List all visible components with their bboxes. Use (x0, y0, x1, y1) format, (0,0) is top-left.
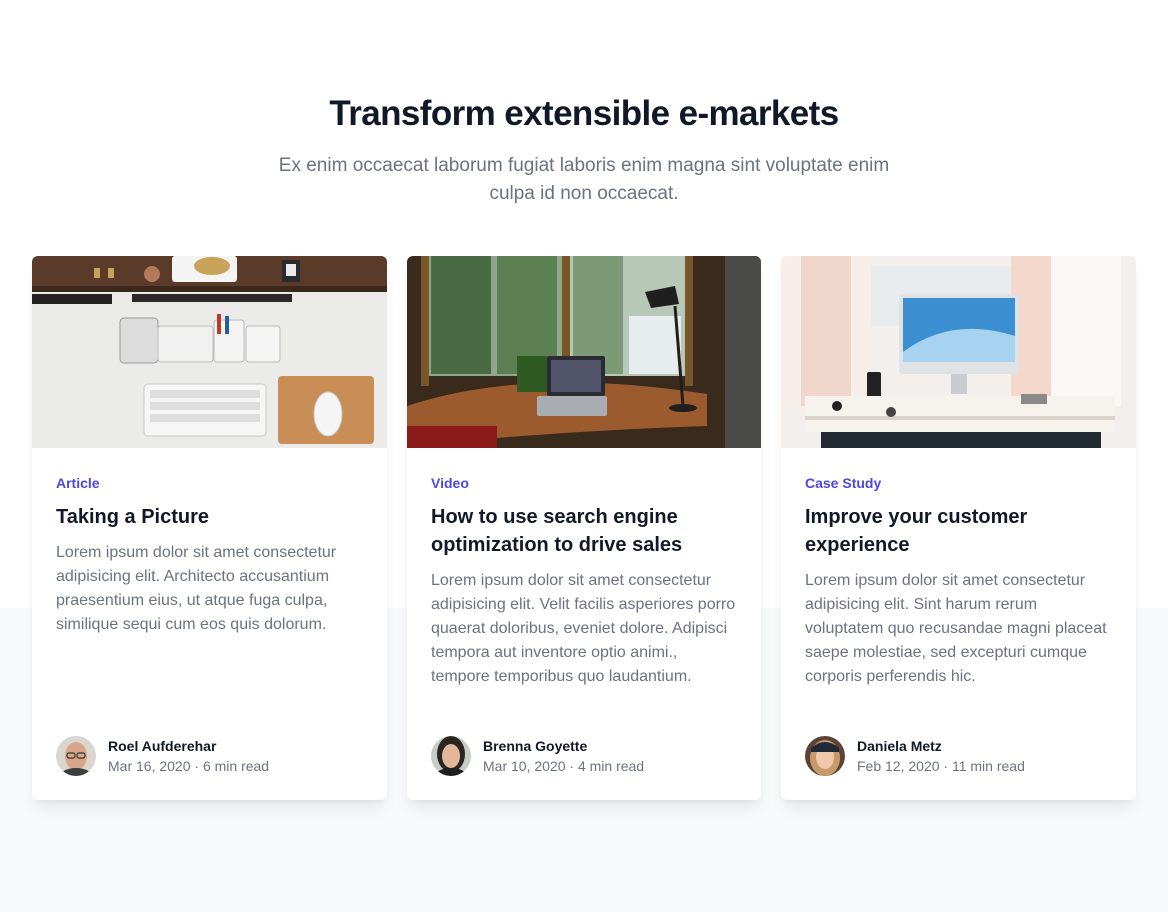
author-name-link[interactable]: Roel Aufderehar (108, 736, 269, 756)
blog-card[interactable]: Article Taking a Picture Lorem ipsum dol… (32, 256, 387, 800)
card-title-link[interactable]: How to use search engine optimization to… (431, 503, 737, 559)
section-subtitle: Ex enim occaecat laborum fugiat laboris … (278, 155, 890, 204)
card-category-link[interactable]: Article (56, 473, 363, 493)
section-title: Transform extensible e-markets (329, 94, 839, 133)
read-time: 4 min read (577, 758, 645, 774)
author-avatar[interactable] (56, 736, 96, 776)
card-description: Lorem ipsum dolor sit amet consectetur a… (805, 572, 1107, 685)
author-avatar[interactable] (431, 736, 471, 776)
post-date: Mar 10, 2020 (483, 758, 566, 774)
card-category-link[interactable]: Video (431, 473, 737, 493)
card-image-imac-desk[interactable] (781, 256, 1136, 448)
card-image-laptop-window[interactable] (407, 256, 761, 448)
meta-separator: · (943, 758, 949, 774)
card-grid: Article Taking a Picture Lorem ipsum dol… (32, 256, 1136, 800)
author-name-link[interactable]: Brenna Goyette (483, 736, 644, 756)
card-author: Brenna Goyette Mar 10, 2020 · 4 min read (431, 736, 737, 776)
card-body: Case Study Improve your customer experie… (781, 448, 1136, 800)
card-body: Article Taking a Picture Lorem ipsum dol… (32, 448, 387, 800)
meta-separator: · (569, 758, 575, 774)
card-author: Roel Aufderehar Mar 16, 2020 · 6 min rea… (56, 736, 363, 776)
blog-card[interactable]: Video How to use search engine optimizat… (407, 256, 761, 800)
card-category-link[interactable]: Case Study (805, 473, 1112, 493)
card-author: Daniela Metz Feb 12, 2020 · 11 min read (805, 736, 1112, 776)
card-meta: Mar 10, 2020 · 4 min read (483, 756, 644, 776)
post-date: Feb 12, 2020 (857, 758, 940, 774)
card-description: Lorem ipsum dolor sit amet consectetur a… (56, 544, 337, 633)
blog-section: Transform extensible e-markets Ex enim o… (0, 0, 1168, 912)
author-name-link[interactable]: Daniela Metz (857, 736, 1025, 756)
card-description: Lorem ipsum dolor sit amet consectetur a… (431, 572, 736, 685)
read-time: 6 min read (202, 758, 270, 774)
card-meta: Mar 16, 2020 · 6 min read (108, 756, 269, 776)
meta-separator: · (194, 758, 200, 774)
card-meta: Feb 12, 2020 · 11 min read (857, 756, 1025, 776)
read-time: 11 min read (951, 758, 1025, 774)
card-image-desk-flatlay[interactable] (32, 256, 387, 448)
post-date: Mar 16, 2020 (108, 758, 191, 774)
blog-card[interactable]: Case Study Improve your customer experie… (781, 256, 1136, 800)
author-avatar[interactable] (805, 736, 845, 776)
card-body: Video How to use search engine optimizat… (407, 448, 761, 800)
card-title-link[interactable]: Taking a Picture (56, 503, 363, 531)
card-title-link[interactable]: Improve your customer experience (805, 503, 1112, 559)
